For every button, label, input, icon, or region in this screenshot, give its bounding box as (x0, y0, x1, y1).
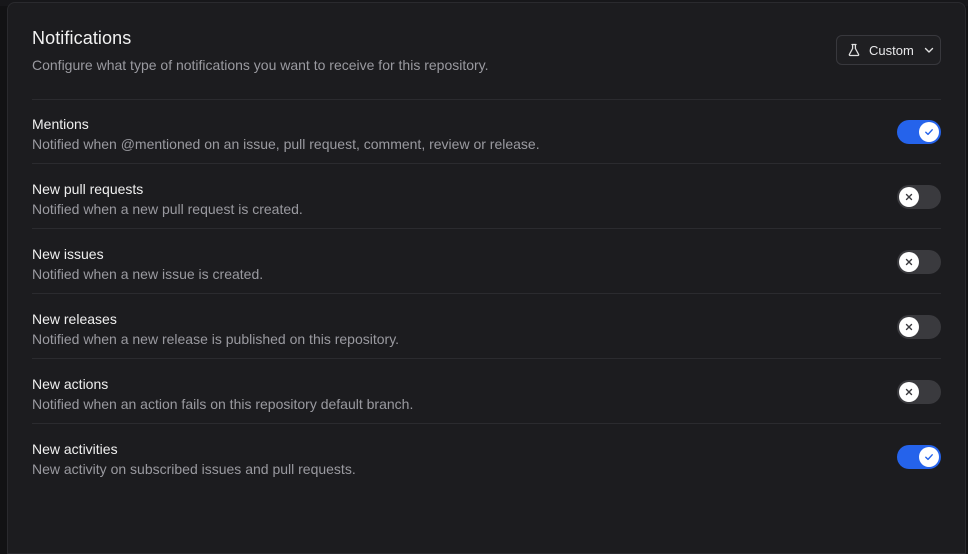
setting-description: Notified when a new issue is created. (32, 266, 264, 282)
setting-title: New pull requests (32, 181, 144, 197)
releases-toggle[interactable] (897, 315, 941, 339)
mode-label: Custom (869, 42, 914, 58)
x-icon (905, 323, 913, 331)
setting-description: Notified when a new pull request is crea… (32, 201, 303, 217)
notifications-panel: Notifications Configure what type of not… (7, 2, 966, 554)
flask-icon (847, 43, 861, 57)
setting-title: New actions (32, 376, 109, 392)
setting-title: New issues (32, 246, 104, 262)
toggle-knob (899, 382, 919, 402)
mentions-toggle[interactable] (897, 120, 941, 144)
x-icon (905, 388, 913, 396)
setting-description: New activity on subscribed issues and pu… (32, 461, 356, 477)
check-icon (925, 129, 933, 136)
setting-title: New releases (32, 311, 117, 327)
setting-row-pull-requests: New pull requests Notified when a new pu… (32, 164, 941, 229)
page-subtitle: Configure what type of notifications you… (32, 57, 489, 73)
issues-toggle[interactable] (897, 250, 941, 274)
toggle-knob (899, 317, 919, 337)
actions-toggle[interactable] (897, 380, 941, 404)
pull-requests-toggle[interactable] (897, 185, 941, 209)
toggle-knob (919, 122, 939, 142)
x-icon (905, 258, 913, 266)
toggle-knob (899, 252, 919, 272)
setting-row-issues: New issues Notified when a new issue is … (32, 229, 941, 294)
setting-row-activities: New activities New activity on subscribe… (32, 424, 941, 488)
setting-description: Notified when a new release is published… (32, 331, 400, 347)
setting-description: Notified when an action fails on this re… (32, 396, 414, 412)
settings-list: Mentions Notified when @mentioned on an … (32, 99, 941, 488)
panel-header: Notifications Configure what type of not… (32, 3, 941, 100)
setting-row-releases: New releases Notified when a new release… (32, 294, 941, 359)
setting-description: Notified when @mentioned on an issue, pu… (32, 136, 540, 152)
activities-toggle[interactable] (897, 445, 941, 469)
setting-row-mentions: Mentions Notified when @mentioned on an … (32, 99, 941, 164)
chevron-down-icon (923, 44, 935, 56)
toggle-knob (919, 447, 939, 467)
check-icon (925, 454, 933, 461)
notification-mode-dropdown[interactable]: Custom (836, 35, 941, 65)
setting-row-actions: New actions Notified when an action fail… (32, 359, 941, 424)
page-title: Notifications (32, 28, 132, 48)
toggle-knob (899, 187, 919, 207)
setting-title: New activities (32, 441, 118, 457)
x-icon (905, 193, 913, 201)
setting-title: Mentions (32, 116, 89, 132)
